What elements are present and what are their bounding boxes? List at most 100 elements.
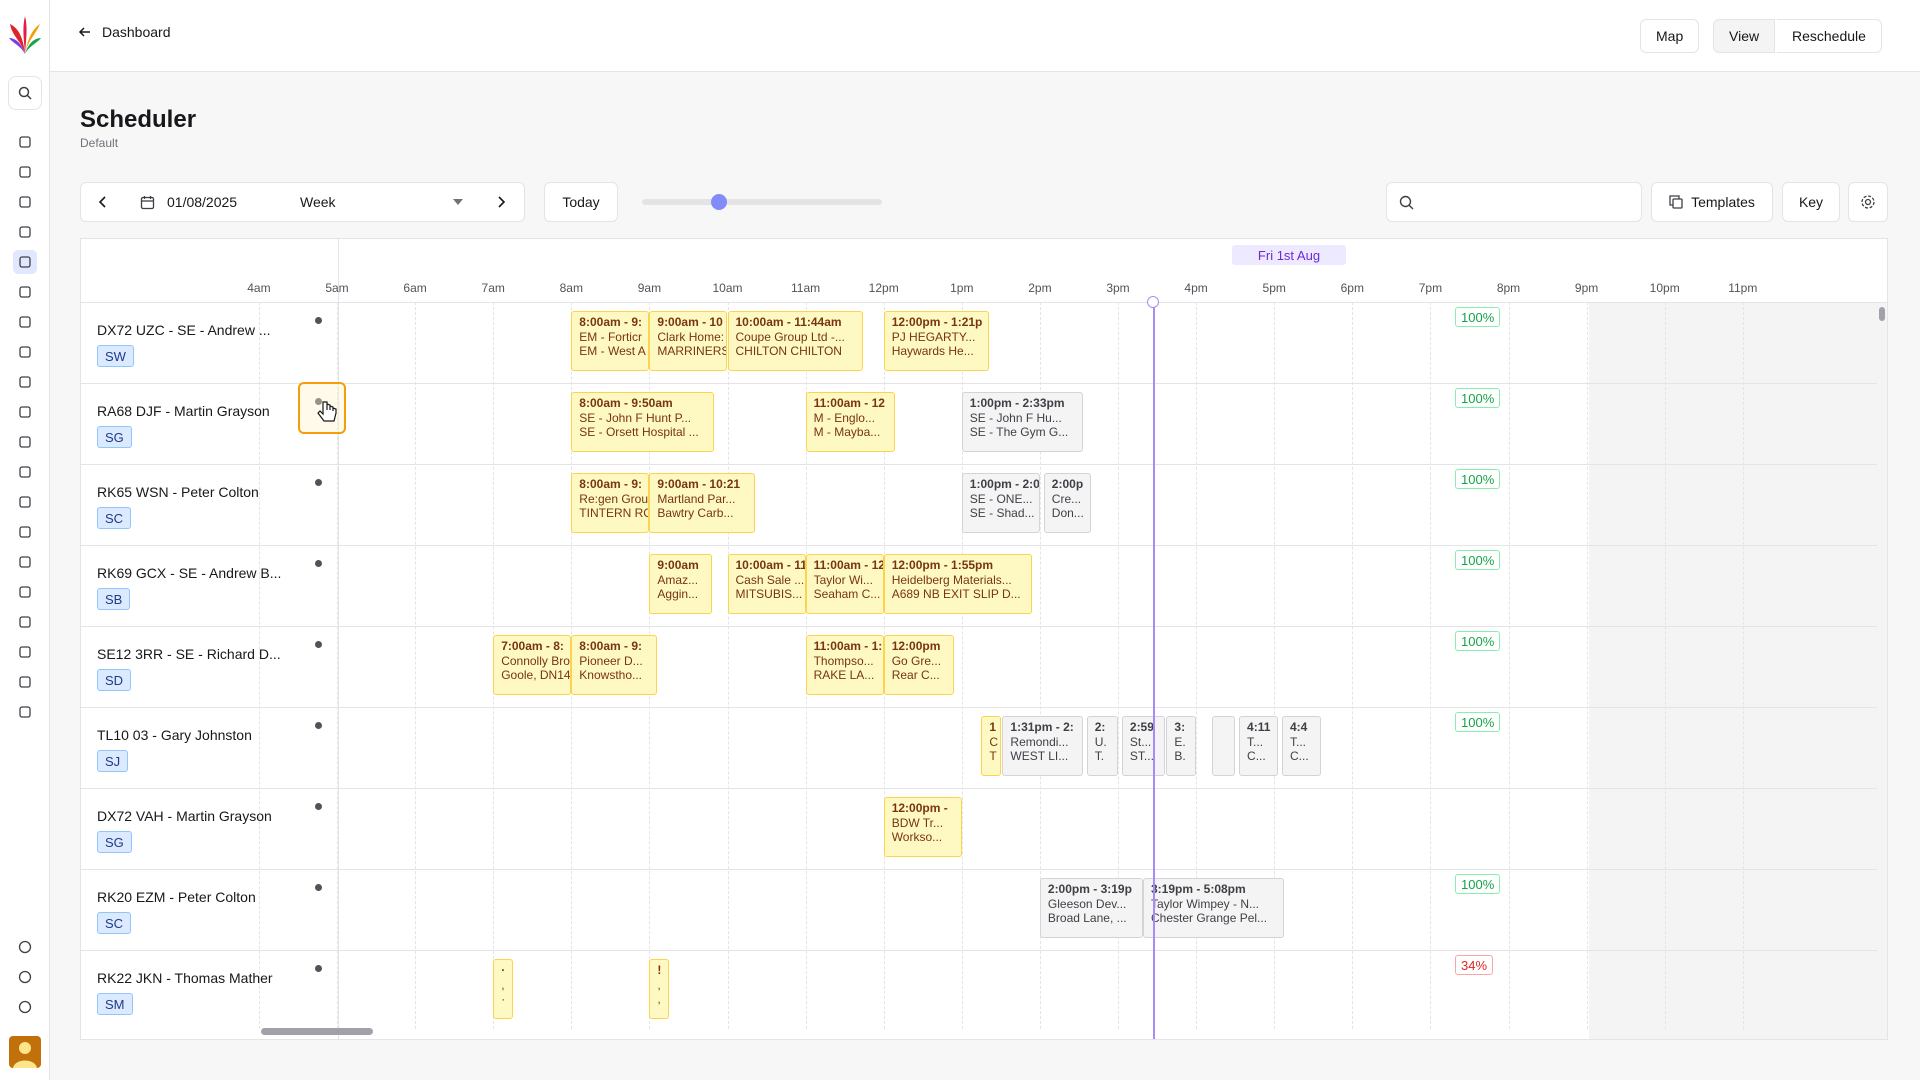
today-button[interactable]: Today <box>544 182 618 222</box>
job-card[interactable]: 2: U. T. <box>1086 716 1118 776</box>
resource-name[interactable]: RA68 DJF - Martin Grayson <box>97 403 270 419</box>
home-icon[interactable] <box>13 160 37 184</box>
job-card[interactable]: 8:00am - 9: EM - Forticr EM - West A <box>571 311 650 371</box>
job-card[interactable]: 10:00am - 11 Cash Sale ... MITSUBIS... <box>727 554 806 614</box>
resource-status-dot[interactable] <box>311 556 325 570</box>
back-to-dashboard-link[interactable]: Dashboard <box>78 24 171 40</box>
graduation-cap-icon[interactable] <box>13 610 37 634</box>
job-card[interactable]: 3:19pm - 5:08pm Taylor Wimpey - N... Chest… <box>1142 878 1285 938</box>
job-client: Clark Home: <box>657 329 725 344</box>
user-avatar[interactable] <box>9 1036 41 1068</box>
job-card[interactable]: 1CT <box>981 716 1001 776</box>
view-button[interactable]: View <box>1713 19 1776 53</box>
job-card[interactable]: 9:00am - 10:21 Martland Par... Bawtry Carb… <box>649 473 755 533</box>
truck-icon[interactable] <box>13 640 37 664</box>
job-location: Aggin... <box>657 587 699 601</box>
job-client: Cre... <box>1051 491 1082 506</box>
network-icon[interactable] <box>13 430 37 454</box>
job-card[interactable]: !,, <box>649 959 669 1019</box>
job-card[interactable]: 11:00am - 12 Taylor Wi... Seaham C... <box>805 554 884 614</box>
job-card[interactable]: 12:00pm - 1:55pm Heidelberg Materials... A… <box>883 554 1033 614</box>
map-icon[interactable] <box>13 340 37 364</box>
job-card[interactable]: 10:00am - 11:44am Coupe Group Ltd -... CHI… <box>727 311 863 371</box>
job-card[interactable]: 8:00am - 9: Pioneer D... Knowstho... <box>571 635 658 695</box>
clipboard-icon[interactable] <box>13 220 37 244</box>
job-card[interactable]: 11:00am - 1: Thompso... RAKE LA... <box>805 635 884 695</box>
list-check-icon[interactable] <box>13 400 37 424</box>
plus-icon[interactable] <box>13 130 37 154</box>
job-card[interactable]: 11:00am - 12 M - Englo... M - Mayba... <box>805 392 896 452</box>
resource-status-dot[interactable] <box>311 637 325 651</box>
resource-status-dot[interactable] <box>311 880 325 894</box>
job-card[interactable]: ·, · <box>493 959 513 1019</box>
resource-status-dot[interactable] <box>311 475 325 489</box>
horizontal-scrollbar[interactable] <box>261 1028 373 1035</box>
job-time: 11:00am - 1: <box>813 639 883 653</box>
job-card[interactable]: 12:00pm - 1:21p PJ HEGARTY... Haywards He.… <box>883 311 990 371</box>
prev-button[interactable] <box>80 182 125 222</box>
date-picker[interactable]: 01/08/2025 <box>124 182 287 222</box>
job-card[interactable]: 8:00am - 9: Re:gen Grou TINTERN RC <box>571 473 650 533</box>
bell-icon[interactable] <box>13 935 37 959</box>
job-card[interactable]: 2:00p Cre... Don... <box>1043 473 1091 533</box>
job-card[interactable]: 12:00pm Go Gre... Rear C... <box>883 635 954 695</box>
job-card[interactable]: 9:00am - 10 Clark Home: MARRINERS <box>649 311 728 371</box>
users-icon[interactable] <box>13 580 37 604</box>
job-card[interactable]: 1:00pm - 2:0 SE - ONE... SE - Shad... <box>961 473 1040 533</box>
key-button[interactable]: Key <box>1782 182 1840 222</box>
job-card[interactable]: 2:00pm - 3:19p Gleeson Dev... Broad Lane, … <box>1039 878 1143 938</box>
resource-name[interactable]: RK20 EZM - Peter Colton <box>97 889 256 905</box>
clock-icon[interactable] <box>13 490 37 514</box>
check-square-icon[interactable] <box>13 190 37 214</box>
job-card[interactable]: 7:00am - 8: Connolly Bro Goole, DN14 <box>493 635 572 695</box>
job-card[interactable]: 8:00am - 9:50am SE - John F Hunt P... SE -… <box>571 392 715 452</box>
resource-status-dot[interactable] <box>311 718 325 732</box>
job-card[interactable]: 4:11 T... C... <box>1239 716 1279 776</box>
next-button[interactable] <box>477 182 525 222</box>
job-card[interactable]: 12:00pm - BDW Tr... Workso... <box>883 797 962 857</box>
job-card[interactable]: 3: E. B. <box>1166 716 1197 776</box>
resource-status-dot[interactable] <box>311 799 325 813</box>
resource-name[interactable]: RK69 GCX - SE - Andrew B... <box>97 565 281 581</box>
calendar-icon[interactable] <box>13 250 37 274</box>
gear-icon[interactable] <box>13 965 37 989</box>
copy-icon <box>1669 195 1683 209</box>
reschedule-button[interactable]: Reschedule <box>1777 19 1882 53</box>
calendar-plus-icon[interactable] <box>13 280 37 304</box>
book-open-icon[interactable] <box>13 670 37 694</box>
bar-chart-icon[interactable] <box>13 550 37 574</box>
resource-name[interactable]: DX72 VAH - Martin Grayson <box>97 808 272 824</box>
zoom-slider-handle[interactable] <box>711 194 727 210</box>
job-location: Knowstho... <box>579 668 642 682</box>
job-card[interactable]: 1:31pm - 2: Remondi... WEST LI... <box>1002 716 1083 776</box>
job-card[interactable]: 2:59 St... ST... <box>1121 716 1165 776</box>
resource-name[interactable]: RK22 JKN - Thomas Mather <box>97 970 273 986</box>
resource-status-dot[interactable] <box>311 961 325 975</box>
search-input[interactable] <box>1386 182 1642 222</box>
map-button[interactable]: Map <box>1640 19 1700 53</box>
vertical-scrollbar[interactable] <box>1879 303 1885 1033</box>
resource-name[interactable]: RK65 WSN - Peter Colton <box>97 484 259 500</box>
settings-button[interactable] <box>1848 182 1888 222</box>
resource-name[interactable]: SE12 3RR - SE - Richard D... <box>97 646 281 662</box>
job-card[interactable]: 4:4 T... C... <box>1282 716 1322 776</box>
resource-status-dot[interactable] <box>311 313 325 327</box>
pound-icon[interactable] <box>13 520 37 544</box>
zoom-slider-track[interactable] <box>642 199 882 205</box>
help-icon[interactable] <box>13 995 37 1019</box>
message-icon[interactable] <box>13 370 37 394</box>
resource-name[interactable]: DX72 UZC - SE - Andrew ... <box>97 322 271 338</box>
database-icon[interactable] <box>13 460 37 484</box>
job-card[interactable] <box>1211 716 1236 776</box>
sidebar-search-button[interactable] <box>8 76 42 110</box>
resource-name[interactable]: TL10 03 - Gary Johnston <box>97 727 252 743</box>
job-card[interactable]: 1:00pm - 2:33pm SE - John F Hu... SE - The… <box>961 392 1083 452</box>
hover-highlight[interactable] <box>298 382 346 434</box>
alert-triangle-icon[interactable] <box>13 310 37 334</box>
templates-button[interactable]: Templates <box>1651 182 1773 222</box>
job-card[interactable]: 9:00am Amaz... Aggin... <box>649 554 712 614</box>
range-select[interactable]: Week <box>286 182 478 222</box>
server-icon[interactable] <box>13 700 37 724</box>
app-logo[interactable] <box>8 14 42 61</box>
hour-label: 10pm <box>1649 281 1680 295</box>
